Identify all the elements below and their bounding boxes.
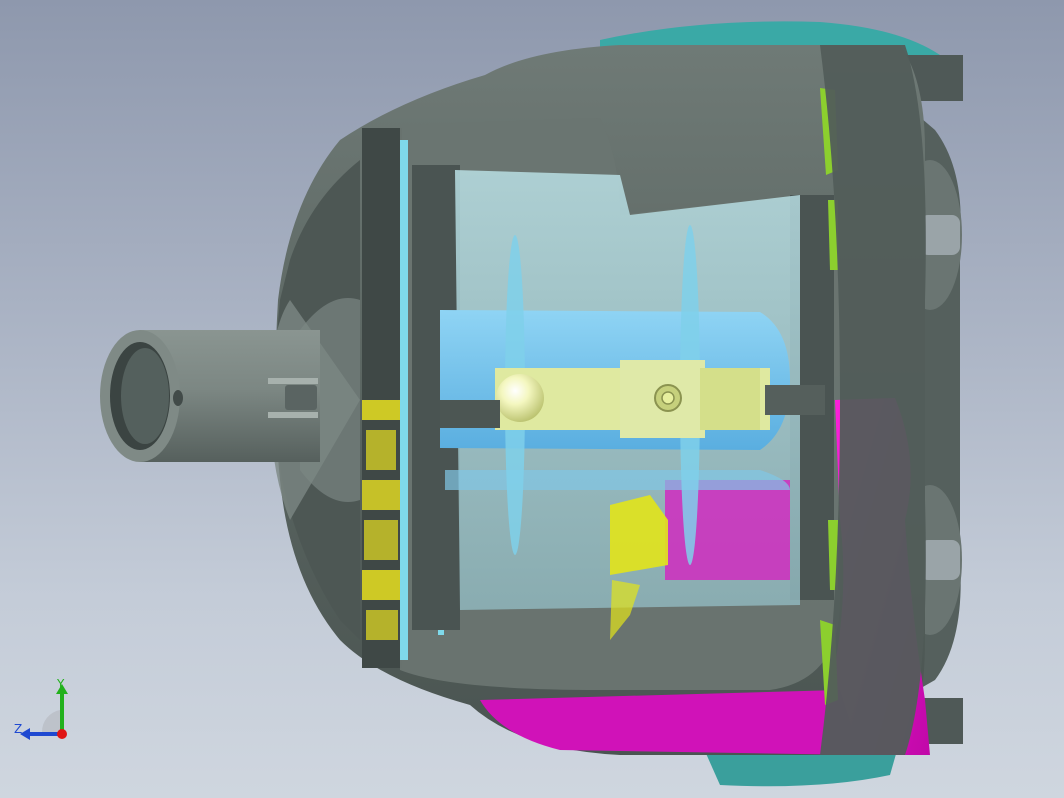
crank-link[interactable] <box>495 360 770 438</box>
x-axis-dot <box>57 729 67 739</box>
outlet-nozzle[interactable] <box>100 298 360 520</box>
cad-viewport[interactable]: Y Z <box>0 0 1064 798</box>
triad-arc <box>41 710 60 732</box>
z-axis-label: Z <box>14 722 22 736</box>
axle-end <box>440 400 500 428</box>
y-axis-label: Y <box>56 677 65 691</box>
coordinate-triad: Y Z <box>14 677 68 740</box>
connecting-rod <box>765 385 825 415</box>
assembly-model[interactable] <box>0 0 1064 798</box>
